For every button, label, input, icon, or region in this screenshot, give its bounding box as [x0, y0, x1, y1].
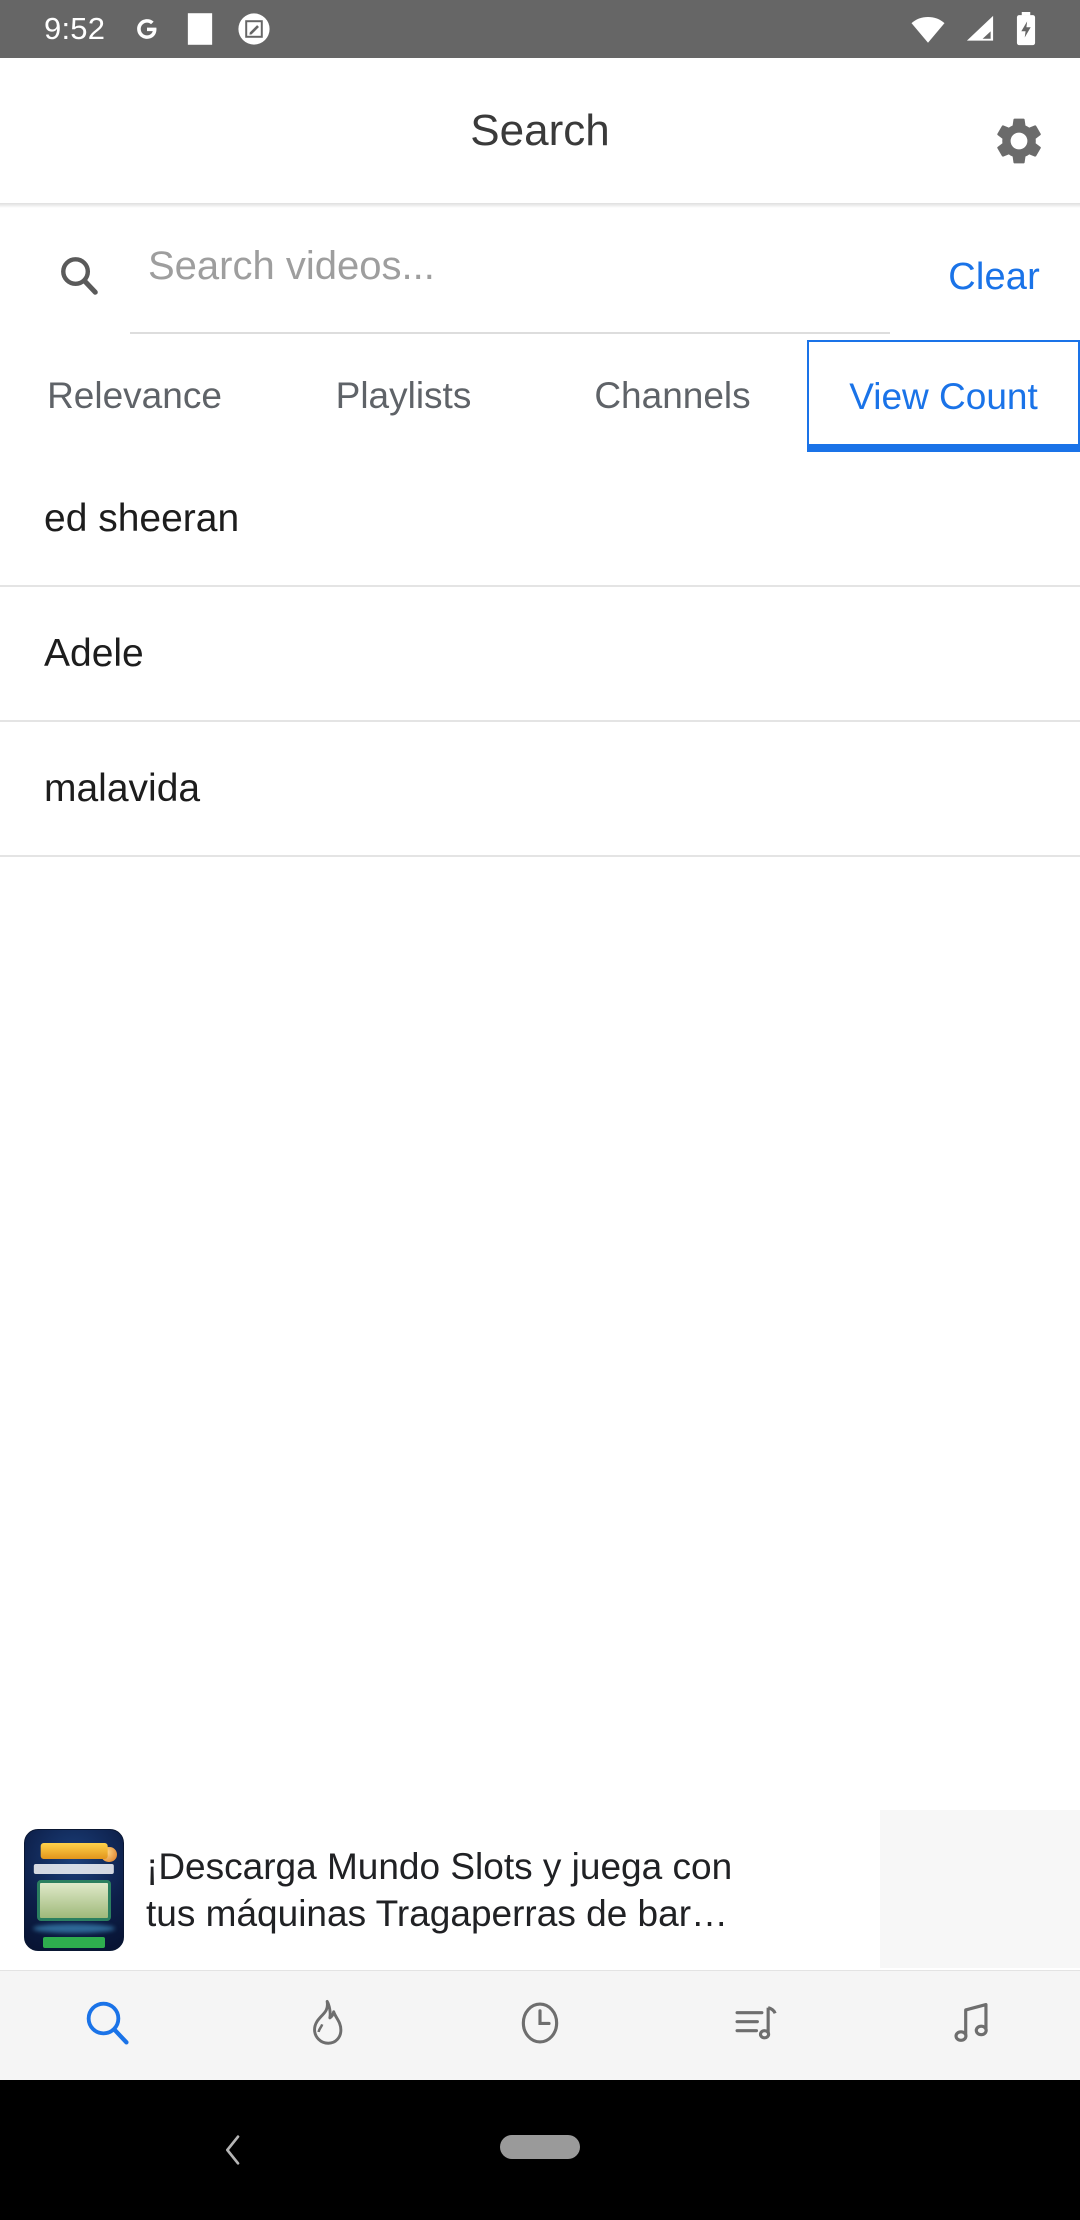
tab-label: Playlists [335, 375, 472, 416]
wifi-icon [910, 14, 946, 44]
list-item[interactable]: ed sheeran [0, 452, 1080, 587]
ad-banner[interactable]: ¡Descarga Mundo Slots y juega con tus má… [0, 1810, 1080, 1970]
ad-content[interactable]: ¡Descarga Mundo Slots y juega con tus má… [0, 1810, 880, 1970]
search-field-wrap [130, 244, 890, 336]
search-input[interactable] [130, 244, 890, 303]
gear-icon [991, 113, 1047, 174]
nav-item-trending[interactable] [216, 1971, 432, 2080]
blank-square-icon [185, 12, 215, 46]
settings-button[interactable] [984, 108, 1054, 178]
search-icon [81, 1996, 135, 2055]
status-bar-clock: 9:52 [44, 11, 106, 46]
mundo-slots-ad-thumbnail [24, 1829, 124, 1951]
chevron-left-icon [213, 2130, 253, 2175]
list-item[interactable]: malavida [0, 722, 1080, 857]
search-history-list: ed sheeran Adele malavida [0, 452, 1080, 857]
search-bar: Clear [0, 208, 1080, 336]
nav-item-history[interactable] [432, 1971, 648, 2080]
history-item-label: ed sheeran [44, 496, 240, 540]
back-button[interactable] [205, 2124, 261, 2180]
nav-item-library[interactable] [864, 1971, 1080, 2080]
music-note-icon [945, 1996, 999, 2055]
battery-charging-icon [1014, 12, 1038, 46]
playlist-note-icon [729, 1996, 783, 2055]
status-bar: 9:52 [0, 0, 1080, 58]
search-input-underline [130, 332, 890, 334]
tab-label: View Count [849, 376, 1038, 417]
history-item-label: malavida [44, 766, 201, 810]
clock-icon [513, 1996, 567, 2055]
sort-tabs: Relevance Playlists Channels View Count [0, 340, 1080, 452]
home-pill-icon[interactable] [500, 2135, 580, 2159]
tab-relevance[interactable]: Relevance [0, 340, 269, 452]
cellular-signal-icon [964, 14, 996, 44]
screenshot-markup-icon [237, 12, 271, 46]
google-g-icon [131, 13, 163, 45]
page-title: Search [470, 105, 610, 155]
flame-icon [297, 1996, 351, 2055]
tab-label: Channels [594, 375, 751, 416]
android-system-nav [0, 2080, 1080, 2220]
ad-right-panel [880, 1810, 1080, 1968]
clear-button[interactable]: Clear [948, 256, 1040, 299]
tab-channels[interactable]: Channels [538, 340, 807, 452]
tab-playlists[interactable]: Playlists [269, 340, 538, 452]
list-item[interactable]: Adele [0, 587, 1080, 722]
nav-item-search[interactable] [0, 1971, 216, 2080]
status-bar-system-icons [910, 12, 1038, 46]
tab-label: Relevance [47, 375, 222, 416]
ad-headline: ¡Descarga Mundo Slots y juega con tus má… [146, 1845, 733, 1934]
bottom-navigation [0, 1970, 1080, 2080]
search-icon [56, 252, 102, 298]
status-bar-notification-icons [131, 12, 271, 46]
tab-view-count[interactable]: View Count [807, 340, 1080, 452]
app-header: Search [0, 58, 1080, 203]
history-item-label: Adele [44, 631, 144, 675]
screen-root: 9:52 Search Search videos... Clear Relev… [0, 0, 1080, 2220]
nav-item-playlists[interactable] [648, 1971, 864, 2080]
